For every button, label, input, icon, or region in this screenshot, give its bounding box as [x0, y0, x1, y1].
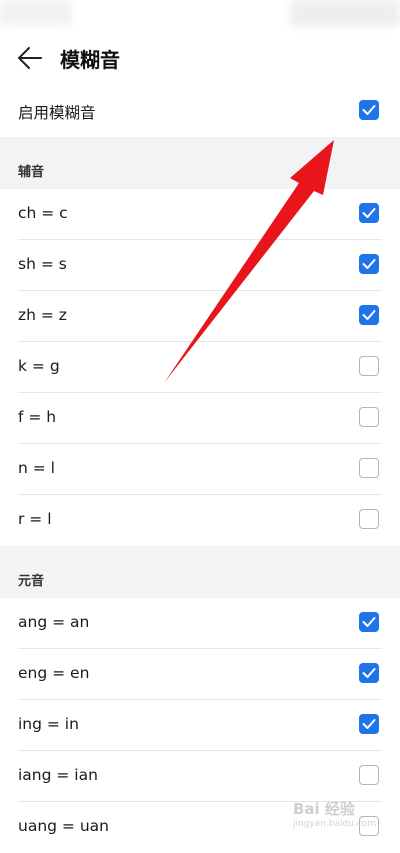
section-title: 辅音	[18, 165, 45, 180]
check-icon	[362, 310, 376, 320]
fuzzy-rule-row[interactable]: ang = an	[0, 598, 400, 649]
fuzzy-rule-checkbox[interactable]	[359, 305, 379, 325]
fuzzy-rule-checkbox[interactable]	[359, 458, 379, 478]
page-title: 模糊音	[60, 48, 120, 72]
fuzzy-rule-label: r = l	[18, 510, 52, 528]
section-header: 辅音	[0, 137, 400, 189]
fuzzy-rule-label: f = h	[18, 408, 57, 426]
fuzzy-rule-label: k = g	[18, 357, 60, 375]
app-bar: 模糊音	[0, 30, 400, 86]
fuzzy-rule-row[interactable]: zh = z	[0, 291, 400, 342]
check-icon	[362, 617, 376, 627]
status-bar-right-blurred	[290, 0, 400, 26]
fuzzy-rule-label: ing = in	[18, 715, 79, 733]
fuzzy-rule-checkbox[interactable]	[359, 407, 379, 427]
check-icon	[362, 208, 376, 218]
watermark-text: Bai 经验	[292, 800, 355, 818]
check-icon	[362, 668, 376, 678]
fuzzy-rule-row[interactable]: ch = c	[0, 189, 400, 240]
fuzzy-rule-checkbox[interactable]	[359, 254, 379, 274]
fuzzy-rule-label: ang = an	[18, 613, 90, 631]
fuzzy-rule-row[interactable]: f = h	[0, 393, 400, 444]
check-icon	[362, 259, 376, 269]
back-button[interactable]	[10, 38, 50, 78]
arrow-left-icon	[18, 47, 42, 69]
section-title: 元音	[18, 574, 45, 589]
fuzzy-rule-row[interactable]: ing = in	[0, 700, 400, 751]
fuzzy-rule-row[interactable]: r = l	[0, 495, 400, 546]
fuzzy-rule-label: eng = en	[18, 664, 90, 682]
fuzzy-rule-checkbox[interactable]	[359, 714, 379, 734]
status-bar	[0, 0, 400, 30]
fuzzy-rule-label: iang = ian	[18, 766, 98, 784]
fuzzy-rule-label: ch = c	[18, 204, 68, 222]
enable-fuzzy-row[interactable]: 启用模糊音	[0, 86, 400, 137]
watermark: Bai 经验 jingyan.baidu.com	[293, 798, 376, 829]
fuzzy-rule-checkbox[interactable]	[359, 663, 379, 683]
section-header: 元音	[0, 546, 400, 598]
fuzzy-rule-row[interactable]: iang = ian	[0, 751, 400, 802]
fuzzy-rule-row[interactable]: sh = s	[0, 240, 400, 291]
fuzzy-rule-label: sh = s	[18, 255, 67, 273]
enable-fuzzy-label: 启用模糊音	[18, 104, 96, 122]
fuzzy-rule-label: n = l	[18, 459, 55, 477]
fuzzy-rule-checkbox[interactable]	[359, 509, 379, 529]
enable-fuzzy-checkbox[interactable]	[359, 100, 379, 120]
fuzzy-rule-checkbox[interactable]	[359, 612, 379, 632]
fuzzy-rule-row[interactable]: eng = en	[0, 649, 400, 700]
fuzzy-rule-label: uang = uan	[18, 817, 109, 835]
check-icon	[362, 105, 376, 115]
fuzzy-rule-checkbox[interactable]	[359, 203, 379, 223]
fuzzy-rule-label: zh = z	[18, 306, 67, 324]
watermark-subtext: jingyan.baidu.com	[292, 819, 376, 829]
fuzzy-rule-row[interactable]: k = g	[0, 342, 400, 393]
status-bar-left-blurred	[0, 0, 72, 26]
fuzzy-rule-checkbox[interactable]	[359, 765, 379, 785]
check-icon	[362, 719, 376, 729]
fuzzy-rule-row[interactable]: n = l	[0, 444, 400, 495]
fuzzy-rule-checkbox[interactable]	[359, 356, 379, 376]
